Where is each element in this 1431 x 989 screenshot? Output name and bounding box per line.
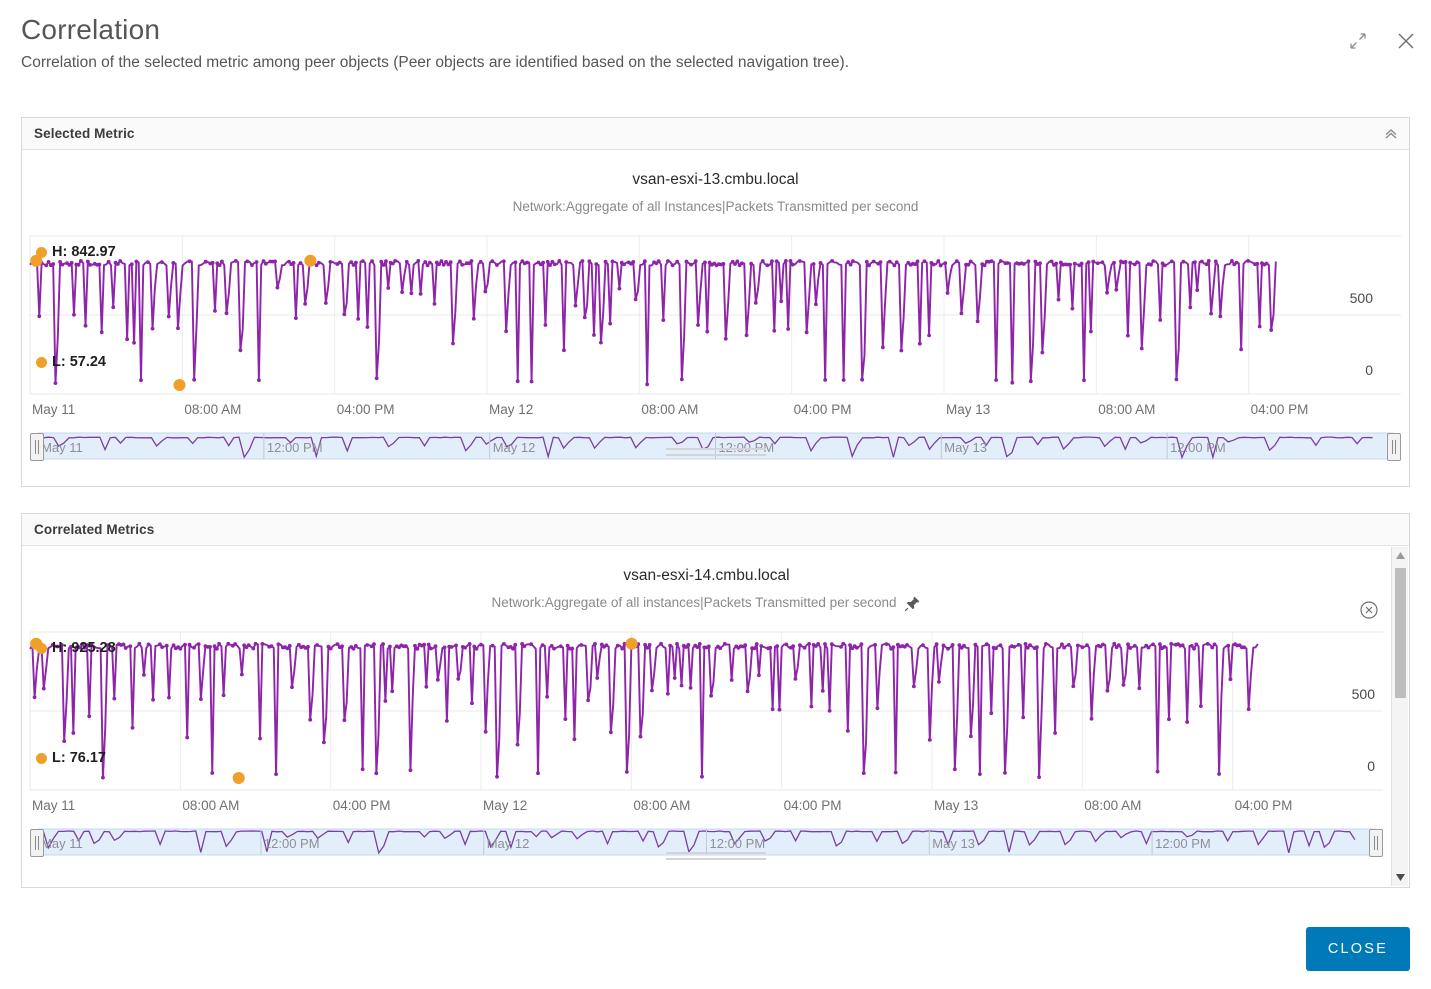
- plot-svg: [29, 235, 1401, 395]
- x-tick-label: 08:00 AM: [633, 798, 691, 813]
- chart-subtitle: Network:Aggregate of all Instances|Packe…: [22, 198, 1409, 216]
- correlated-metric-chart: vsan-esxi-14.cmbu.local Network:Aggregat…: [22, 546, 1409, 860]
- x-tick-label: May 12: [483, 798, 528, 813]
- low-value-label: L: 57.24: [36, 354, 106, 370]
- chart-title: vsan-esxi-14.cmbu.local: [623, 567, 790, 584]
- double-chevron-up-icon[interactable]: [1381, 124, 1401, 144]
- low-value-text: L: 57.24: [52, 354, 106, 370]
- x-tick-label: 08:00 AM: [1084, 798, 1142, 813]
- x-tick-label: 04:00 PM: [332, 798, 391, 813]
- x-tick-label: 08:00 AM: [182, 798, 240, 813]
- plot-svg: [29, 631, 1383, 791]
- high-value-text: H: 842.97: [52, 244, 116, 260]
- plot-area[interactable]: 500 0 H: 842.97 L: 57.24: [22, 230, 1409, 398]
- page-title: Correlation: [21, 14, 161, 45]
- x-tick-label: May 13: [945, 402, 991, 417]
- expand-icon[interactable]: [1345, 28, 1371, 54]
- high-marker-dot: [36, 246, 47, 258]
- x-tick-label: 04:00 PM: [1250, 402, 1309, 417]
- correlation-dialog: Correlation Correlation of the selected …: [0, 0, 1431, 989]
- plot-area[interactable]: 500 0 H: 925.28 L: 76.17: [22, 626, 1391, 794]
- correlated-metrics-panel-title: Correlated Metrics: [34, 522, 155, 537]
- x-axis: May 11 08:00 AM 04:00 PM May 12 08:00 AM 04:0…: [22, 402, 1409, 424]
- x-tick-label: May 11: [32, 798, 76, 813]
- low-value-label: L: 76.17: [36, 750, 106, 766]
- scroll-down-arrow-icon[interactable]: [1392, 869, 1409, 886]
- close-icon[interactable]: [1393, 28, 1419, 54]
- time-range-brush[interactable]: May 1112:00 PMMay 1212:00 PMMay 1312:00 …: [22, 430, 1409, 464]
- page-subtitle: Correlation of the selected metric among…: [21, 54, 850, 71]
- brush-handle-left[interactable]: [30, 829, 44, 857]
- x-tick-label: 08:00 AM: [1098, 402, 1156, 417]
- dialog-header: Correlation Correlation of the selected …: [21, 10, 1410, 74]
- x-axis: May 11 08:00 AM 04:00 PM May 12 08:00 AM 04:0…: [22, 798, 1391, 820]
- panel-resize-grip[interactable]: [665, 448, 766, 458]
- chart-subtitle: Network:Aggregate of all instances|Packe…: [22, 594, 1391, 612]
- brush-svg: [37, 432, 1394, 460]
- low-marker-dot: [36, 752, 47, 764]
- brush-handle-left[interactable]: [30, 433, 44, 461]
- remove-circle-icon[interactable]: [1359, 600, 1379, 620]
- high-value-text: H: 925.28: [52, 640, 116, 656]
- selected-metric-chart: vsan-esxi-13.cmbu.local Network:Aggregat…: [22, 150, 1409, 464]
- chart-subtitle-text: Network:Aggregate of all instances|Packe…: [491, 595, 897, 610]
- x-tick-label: 04:00 PM: [793, 402, 852, 417]
- x-tick-label: May 11: [32, 402, 76, 417]
- x-tick-label: 04:00 PM: [336, 402, 395, 417]
- x-tick-label: May 12: [489, 402, 534, 417]
- x-tick-label: 08:00 AM: [184, 402, 242, 417]
- selected-metric-panel-title: Selected Metric: [34, 126, 135, 141]
- correlated-metrics-panel-header: Correlated Metrics: [22, 514, 1409, 546]
- chart-subtitle-text: Network:Aggregate of all Instances|Packe…: [512, 199, 919, 214]
- dialog-footer: CLOSE: [21, 927, 1410, 971]
- dialog-header-actions: [1345, 28, 1419, 54]
- correlated-metrics-panel: Correlated Metrics vsan-esxi-14.cmbu.loc…: [21, 513, 1410, 888]
- panel-resize-grip[interactable]: [665, 852, 766, 862]
- chart-title: vsan-esxi-13.cmbu.local: [632, 171, 799, 188]
- x-tick-label: 04:00 PM: [1234, 798, 1293, 813]
- selected-metric-panel: Selected Metric vsan-esxi-13.cmbu.local …: [21, 117, 1410, 487]
- brush-handle-right[interactable]: [1369, 829, 1383, 857]
- x-tick-label: 08:00 AM: [641, 402, 699, 417]
- x-tick-label: 04:00 PM: [783, 798, 842, 813]
- x-tick-label: May 13: [933, 798, 979, 813]
- pin-icon[interactable]: [904, 595, 921, 612]
- close-button[interactable]: CLOSE: [1305, 927, 1410, 971]
- brush-handle-right[interactable]: [1387, 433, 1401, 461]
- high-value-label: H: 925.28: [36, 640, 116, 656]
- selected-metric-panel-header: Selected Metric: [22, 118, 1409, 150]
- low-marker-dot: [36, 356, 47, 368]
- high-value-label: H: 842.97: [36, 244, 116, 260]
- low-value-text: L: 76.17: [52, 750, 106, 766]
- high-marker-dot: [36, 642, 47, 654]
